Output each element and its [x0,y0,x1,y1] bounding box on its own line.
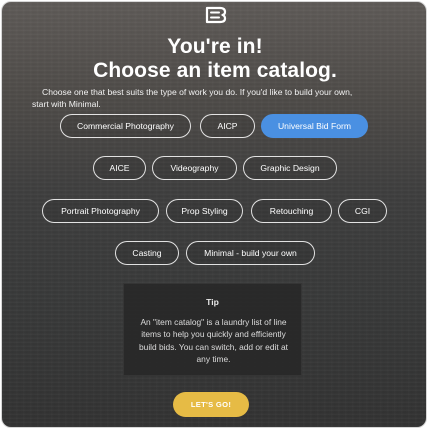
catalog-option-minimal[interactable]: Minimal - build your own [186,241,315,265]
catalog-option-portrait-photography[interactable]: Portrait Photography [42,199,159,223]
catalog-option-casting[interactable]: Casting [115,241,179,265]
catalog-option-commercial-photography[interactable]: Commercial Photography [60,114,191,138]
catalog-option-graphic-design[interactable]: Graphic Design [243,156,337,180]
page-subtitle: Choose one that best suits the type of w… [32,86,398,110]
catalog-option-universal-bid-form[interactable]: Universal Bid Form [261,114,368,138]
catalog-option-prop-styling[interactable]: Prop Styling [166,199,243,223]
subtitle-line-2: start with Minimal. [32,99,101,109]
catalog-option-cgi[interactable]: CGI [338,199,387,223]
tip-box: Tip An "item catalog" is a laundry list … [123,283,302,376]
catalog-option-aicp[interactable]: AICP [200,114,255,138]
onboarding-panel: You're in! Choose an item catalog. Choos… [1,1,427,428]
tip-title: Tip [206,297,219,307]
brand-logo-icon [205,6,227,24]
subtitle-line-1: Choose one that best suits the type of w… [42,87,353,97]
lets-go-button[interactable]: LET'S GO! [173,392,249,417]
tip-body: An "item catalog" is a laundry list of l… [139,317,288,365]
page-title-line-1: You're in! [167,35,263,58]
page-title-line-2: Choose an item catalog. [93,59,337,82]
catalog-option-retouching[interactable]: Retouching [251,199,332,223]
catalog-option-aice[interactable]: AICE [93,156,146,180]
catalog-option-videography[interactable]: Videography [152,156,237,180]
